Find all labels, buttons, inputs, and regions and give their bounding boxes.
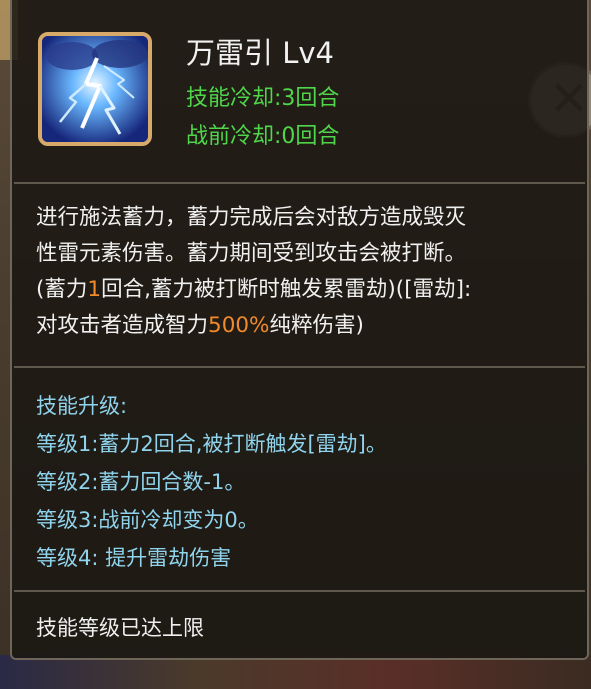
description-line: 对攻击者造成智力500%纯粹伤害) — [36, 308, 576, 344]
upgrade-title: 技能升级: — [36, 394, 128, 418]
skill-cooldown: 技能冷却:3回合 — [186, 86, 340, 111]
divider — [14, 590, 585, 592]
skill-title: 万雷引 Lv4 — [186, 30, 334, 72]
divider — [14, 366, 585, 368]
description-text: 纯粹伤害) — [269, 313, 364, 338]
max-level-status: 技能等级已达上限 — [36, 616, 204, 640]
upgrade-level-1: 等级1:蓄力2回合,被打断触发[雷劫]。 — [36, 432, 387, 456]
pre-battle-cooldown: 战前冷却:0回合 — [186, 124, 340, 149]
skill-icon-frame — [38, 32, 152, 146]
damage-percent-value: 500% — [208, 313, 270, 338]
upgrade-level-3: 等级3:战前冷却变为0。 — [36, 508, 259, 532]
upgrade-level-4: 等级4: 提升雷劫伤害 — [36, 546, 232, 570]
charge-turns-value: 1 — [87, 277, 102, 302]
description-text: 对攻击者造成智力 — [36, 313, 209, 338]
skill-level: Lv4 — [282, 36, 335, 70]
lightning-icon — [42, 36, 148, 142]
divider — [14, 182, 585, 184]
description-line: 性雷元素伤害。蓄力期间受到攻击会被打断。 — [36, 241, 467, 266]
skill-name: 万雷引 — [186, 36, 274, 70]
description-line: 进行施法蓄力，蓄力完成后会对敌方造成毁灭 — [36, 205, 467, 230]
upgrade-level-2: 等级2:蓄力回合数-1。 — [36, 470, 246, 494]
skill-tooltip: 万雷引 Lv4 技能冷却:3回合 战前冷却:0回合 进行施法蓄力，蓄力完成后会对… — [10, 0, 589, 660]
skill-description: 进行施法蓄力，蓄力完成后会对敌方造成毁灭 性雷元素伤害。蓄力期间受到攻击会被打断… — [36, 200, 576, 344]
description-line: (蓄力1回合,蓄力被打断时触发累雷劫)([雷劫]: — [36, 272, 576, 308]
background-bottom-bar — [0, 655, 591, 689]
description-text: (蓄力 — [36, 277, 88, 302]
description-text: 回合,蓄力被打断时触发累雷劫)([雷劫]: — [101, 277, 472, 302]
